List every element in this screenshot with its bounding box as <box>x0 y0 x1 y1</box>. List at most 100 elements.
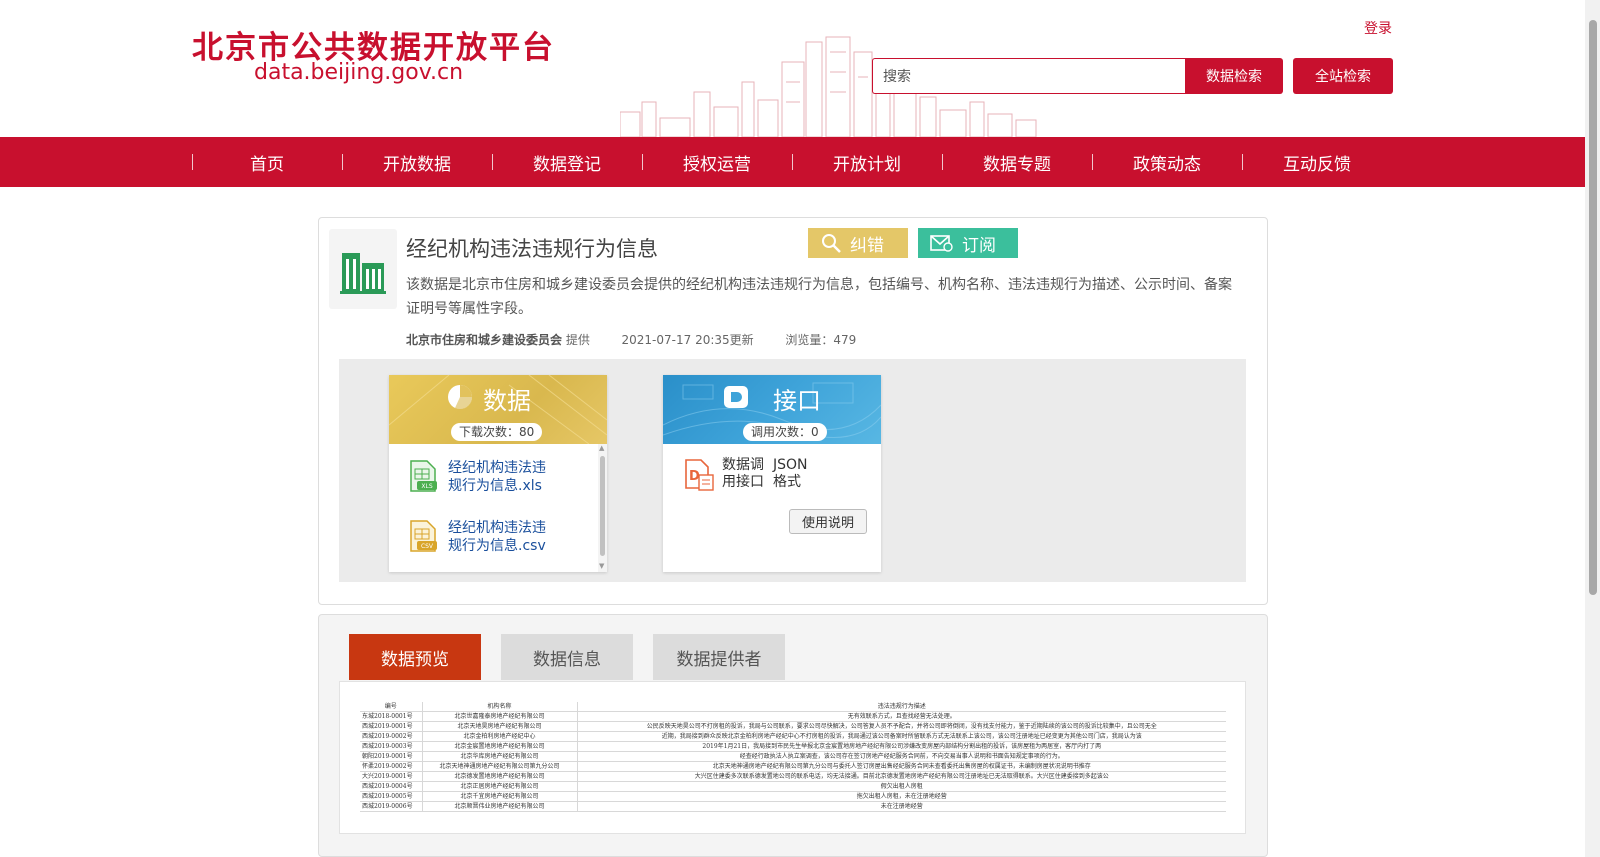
table-cell: 北京金柏利房地产经纪中心 <box>422 731 578 743</box>
correct-error-label: 纠错 <box>850 235 884 256</box>
api-document-icon: D <box>685 459 714 491</box>
envelope-icon <box>930 235 953 252</box>
table-cell: 大兴2019-0001号 <box>360 771 423 783</box>
table-cell: 西城2019-0006号 <box>360 801 423 813</box>
xls-file-link[interactable]: 经纪机构违法违 规行为信息.xls <box>448 459 546 495</box>
data-download-panel: 数据 下载次数：80 XLS 经纪机构违法违 规行为信息.xls CSV 经纪机… <box>389 375 607 572</box>
table-row: 西城2019-0002号 北京金柏利房地产经纪中心 近期，我局接到群众反映北京金柏利… <box>360 731 1226 743</box>
page-scrollbar[interactable] <box>1585 0 1600 857</box>
nav-item-home[interactable]: 首页 <box>192 137 342 187</box>
scroll-up-arrow-icon[interactable]: ▲ <box>599 444 604 452</box>
preview-table: 编号 机构名称 违法违规行为描述 东城2018-0001号 北京世嘉隆泰房地产经纪… <box>360 702 1226 813</box>
data-preview-area: 编号 机构名称 违法违规行为描述 东城2018-0001号 北京世嘉隆泰房地产经纪… <box>339 681 1246 834</box>
subscribe-button[interactable]: 订阅 <box>918 228 1018 258</box>
table-cell: 北京金宸置地房地产经纪有限公司 <box>422 741 578 753</box>
file-name-line: 规行为信息.xls <box>448 478 542 494</box>
api-format-line: JSON <box>773 457 808 473</box>
svg-text:CSV: CSV <box>421 543 434 550</box>
nav-item-data-topics[interactable]: 数据专题 <box>942 137 1092 187</box>
data-panel-title: 数据 <box>483 387 531 415</box>
dataset-meta: 北京市住房和城乡建设委员会 提供 2021-07-17 20:35更新 浏览量：… <box>406 331 856 348</box>
dataset-description: 该数据是北京市住房和城乡建设委员会提供的经纪机构违法违规行为信息，包括编号、机构… <box>406 277 1232 317</box>
dataset-views: 浏览量：479 <box>785 333 857 347</box>
api-type: 数据调 用接口 <box>722 457 764 491</box>
table-cell: 西城2019-0003号 <box>360 741 423 753</box>
table-cell: 北京千宜房地产经纪有限公司 <box>422 791 578 803</box>
site-header: 北京市公共数据开放平台 data.beijing.gov.cn 登录 数据检索 … <box>0 0 1585 137</box>
magnifier-icon <box>822 234 841 253</box>
call-count-badge: 调用次数：0 <box>743 423 827 441</box>
file-name-line: 经纪机构违法违 <box>448 520 546 536</box>
dataset-provider-suffix: 提供 <box>565 333 590 347</box>
table-row: 西城2019-0003号 北京金宸置地房地产经纪有限公司 2019年1月21日，我局… <box>360 741 1226 753</box>
building-icon <box>329 229 397 309</box>
file-name-line: 规行为信息.csv <box>448 538 546 554</box>
data-search-button[interactable]: 数据检索 <box>1185 58 1283 94</box>
table-cell: 北京华库房地产经纪有限公司 <box>422 751 578 763</box>
api-panel-header: 接口 调用次数：0 <box>663 375 881 444</box>
tab-data-provider[interactable]: 数据提供者 <box>653 634 785 680</box>
nav-item-feedback[interactable]: 互动反馈 <box>1242 137 1392 187</box>
api-type-line: 数据调 <box>722 457 764 473</box>
subscribe-label: 订阅 <box>962 235 996 256</box>
scroll-down-arrow-icon[interactable]: ▼ <box>599 562 604 570</box>
table-row: 西城2019-0006号 北京顺晋伟业房地产经纪有限公司 未在注册地经营 <box>360 801 1226 813</box>
dataset-provider: 北京市住房和城乡建设委员会 <box>406 333 563 347</box>
csv-file-link[interactable]: 经纪机构违法违 规行为信息.csv <box>448 519 546 555</box>
table-row: 朝阳2019-0001号 北京华库房地产经纪有限公司 经查经行政执法人执立案调查，该… <box>360 751 1226 763</box>
column-header: 机构名称 <box>422 702 578 713</box>
table-cell: 近期，我局接到群众反映北京金柏利房地产经纪中心不打房租的投诉，我局通过该公司备案… <box>577 731 1226 743</box>
column-header: 编号 <box>360 702 423 713</box>
nav-item-open-plan[interactable]: 开放计划 <box>792 137 942 187</box>
file-name-line: 经纪机构违法违 <box>448 460 546 476</box>
file-item-xls[interactable]: XLS 经纪机构违法违 规行为信息.xls <box>407 459 587 495</box>
page-scrollbar-thumb[interactable] <box>1589 20 1597 595</box>
table-cell: 北京天地神通房地产经纪有限公司第九分公司与委托人签订房屋出售经纪服务合同未查看委… <box>577 761 1226 773</box>
site-search-button[interactable]: 全站检索 <box>1293 58 1393 94</box>
nav-item-authorized-operation[interactable]: 授权运营 <box>642 137 792 187</box>
table-row: 西城2019-0005号 北京千宜房地产经纪有限公司 拖欠出租人房租，未在注册地经营 <box>360 791 1226 803</box>
column-header: 违法违规行为描述 <box>577 702 1226 713</box>
scrollbar-thumb[interactable] <box>600 456 605 556</box>
table-cell: 西城2019-0002号 <box>360 731 423 743</box>
nav-item-data-registry[interactable]: 数据登记 <box>492 137 642 187</box>
table-cell: 北京正居房地产经纪有限公司 <box>422 781 578 793</box>
table-cell: 无有效联系方式，且查找经营无法处理。 <box>577 711 1226 723</box>
nav-item-policy-news[interactable]: 政策动态 <box>1092 137 1242 187</box>
nav-item-open-data[interactable]: 开放数据 <box>342 137 492 187</box>
correct-error-button[interactable]: 纠错 <box>808 228 908 258</box>
table-cell: 拖欠出租人房租，未在注册地经营 <box>577 791 1226 803</box>
download-count-badge: 下载次数：80 <box>451 423 543 441</box>
tab-data-info[interactable]: 数据信息 <box>501 634 633 680</box>
table-cell: 北京德发置地房地产经纪有限公司 <box>422 771 578 783</box>
table-cell: 东城2018-0001号 <box>360 711 423 723</box>
table-header-row: 编号 机构名称 违法违规行为描述 <box>360 702 1226 713</box>
table-cell: 朝阳2019-0001号 <box>360 751 423 763</box>
main-nav: 首页 开放数据 数据登记 授权运营 开放计划 数据专题 政策动态 互动反馈 <box>0 137 1585 187</box>
dataset-title: 经纪机构违法违规行为信息 <box>406 237 658 261</box>
csv-file-icon: CSV <box>410 520 437 552</box>
api-icon <box>724 386 748 408</box>
api-panel-title: 接口 <box>773 387 821 415</box>
svg-text:XLS: XLS <box>421 483 432 490</box>
site-logo-domain[interactable]: data.beijing.gov.cn <box>254 60 463 85</box>
table-cell: 北京天地昊房地产经纪有限公司 <box>422 721 578 733</box>
tab-data-preview[interactable]: 数据预览 <box>349 634 481 680</box>
table-cell: 西城2019-0001号 <box>360 721 423 733</box>
table-cell: 怀柔2019-0002号 <box>360 761 423 773</box>
pie-chart-icon <box>448 385 473 410</box>
table-cell: 2019年1月21日，我局接到市民先生举报北京金宸置地房地产经纪有限公司涉嫌改变… <box>577 741 1226 753</box>
table-row: 大兴2019-0001号 北京德发置地房地产经纪有限公司 大兴区住建委多次联系德发置… <box>360 771 1226 783</box>
table-row: 西城2019-0001号 北京天地昊房地产经纪有限公司 公民反映天地昊公司不打房租的… <box>360 721 1226 733</box>
api-format: JSON 格式 <box>773 457 808 491</box>
file-item-csv[interactable]: CSV 经纪机构违法违 规行为信息.csv <box>407 519 587 555</box>
usage-instructions-button[interactable]: 使用说明 <box>789 509 867 534</box>
login-link[interactable]: 登录 <box>1364 18 1392 38</box>
search-input[interactable] <box>872 58 1185 94</box>
file-list-scrollbar[interactable]: ▲ ▼ <box>598 444 607 572</box>
table-cell: 未在注册地经营 <box>577 801 1226 813</box>
xls-file-icon: XLS <box>410 460 437 492</box>
dataset-updated: 2021-07-17 20:35更新 <box>621 333 754 347</box>
table-cell: 北京天地神通房地产经纪有限公司第九分公司 <box>422 761 578 773</box>
api-format-line: 格式 <box>773 474 801 490</box>
